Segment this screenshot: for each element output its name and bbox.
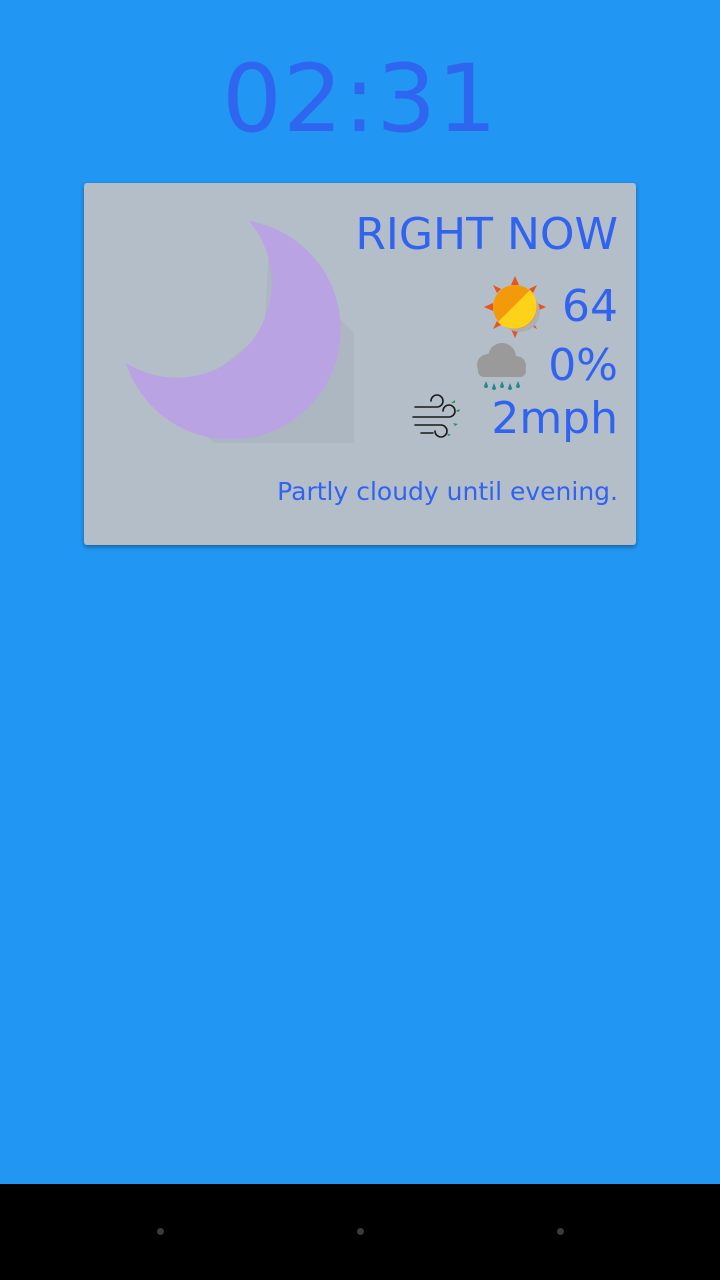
home-button[interactable] xyxy=(357,1228,364,1235)
weather-summary: Partly cloudy until evening. xyxy=(277,477,618,506)
back-button[interactable] xyxy=(157,1228,164,1235)
wind-row: 2mph xyxy=(411,391,618,447)
wind-value: 2mph xyxy=(491,393,618,444)
temperature-value: 64 xyxy=(562,281,618,332)
navigation-bar xyxy=(0,1184,720,1280)
precipitation-value: 0% xyxy=(548,340,618,391)
card-title: RIGHT NOW xyxy=(355,209,618,260)
temperature-row: 64 xyxy=(484,276,618,338)
clock-time: 02:31 xyxy=(222,45,498,154)
weather-card[interactable]: RIGHT NOW 64 0% 2mph Partly cloudy until… xyxy=(84,183,636,545)
wind-icon xyxy=(412,394,461,438)
rain-cloud-icon xyxy=(477,343,527,390)
moon-icon xyxy=(126,221,354,443)
partly-sunny-icon xyxy=(484,276,546,338)
precipitation-row: 0% xyxy=(470,335,618,397)
recents-button[interactable] xyxy=(557,1228,564,1235)
